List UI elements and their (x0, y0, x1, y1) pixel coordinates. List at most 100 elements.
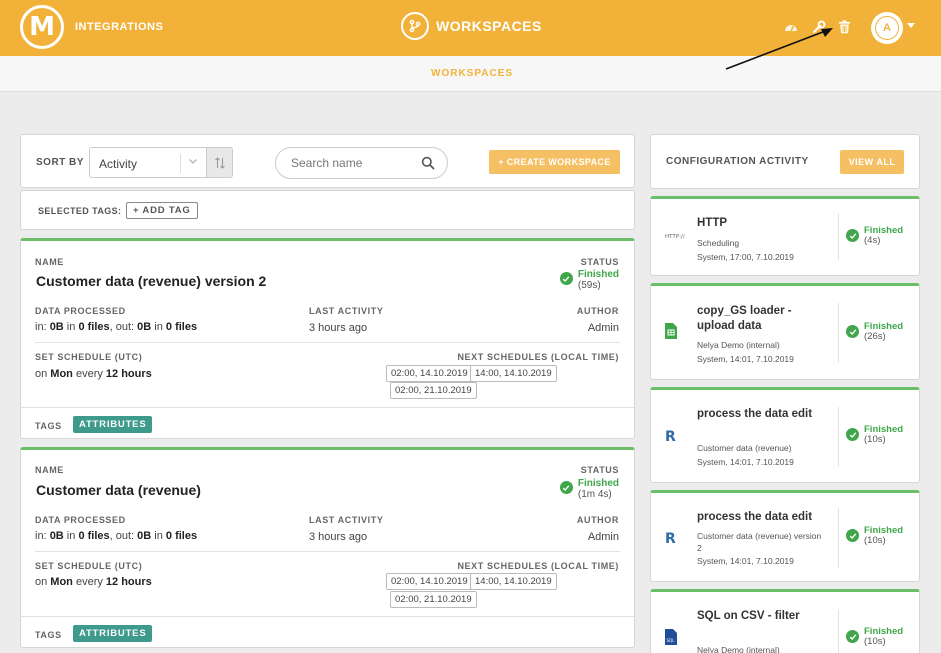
status-indicator: Finished (1m 4s) (559, 478, 619, 500)
author-label: AUTHOR (576, 515, 619, 525)
status-value: Finished (577, 269, 619, 280)
activity-status: Finished (10s) (846, 526, 903, 546)
workspace-card[interactable]: NAME Customer data (revenue) version 2 S… (20, 238, 635, 439)
tag-attributes[interactable]: ATTRIBUTES (73, 416, 153, 433)
schedule-value: on Mon every 12 hours (35, 368, 152, 380)
activity-status: Finished (10s) (846, 627, 903, 647)
divider (838, 609, 839, 653)
next-schedules-label: NEXT SCHEDULES (LOCAL TIME) (457, 352, 619, 362)
check-circle-icon (846, 325, 859, 338)
workspace-toolbar: SORT BY Activity + CREATE WORKSPACE (20, 134, 635, 188)
name-label: NAME (35, 465, 64, 475)
name-label: NAME (35, 257, 64, 267)
divider (838, 303, 839, 363)
search-input[interactable] (291, 156, 411, 170)
status-duration: (4s) (864, 235, 881, 246)
activity-status: Finished (26s) (846, 322, 903, 342)
last-activity-value: 3 hours ago (309, 322, 368, 334)
data-processed-value: in: 0B in 0 files, out: 0B in 0 files (35, 530, 198, 542)
schedule-value: on Mon every 12 hours (35, 576, 152, 588)
status-duration: (10s) (864, 434, 886, 445)
status-value: Finished (577, 478, 619, 489)
select-divider (180, 154, 181, 173)
divider (838, 508, 839, 568)
user-menu-caret-icon[interactable] (907, 23, 915, 28)
status-duration: (26s) (864, 331, 886, 342)
app-logo[interactable]: M (20, 5, 64, 49)
r-icon: R (665, 531, 676, 547)
divider (21, 407, 634, 408)
activity-card[interactable]: R process the data edit Customer data (r… (650, 490, 920, 582)
schedule-chip: 02:00, 14.10.2019 (386, 365, 473, 382)
user-avatar[interactable]: A (871, 12, 903, 44)
trash-icon[interactable] (838, 20, 854, 36)
selected-tags-bar: SELECTED TAGS: + ADD TAG (20, 190, 635, 230)
check-circle-icon (846, 428, 859, 441)
create-workspace-button[interactable]: + CREATE WORKSPACE (489, 150, 620, 174)
activity-status: Finished (4s) (846, 226, 903, 246)
activity-name[interactable]: HTTP (697, 216, 832, 231)
view-all-button[interactable]: VIEW ALL (840, 150, 904, 174)
last-activity-label: LAST ACTIVITY (309, 306, 384, 316)
r-icon: R (665, 429, 676, 445)
divider (838, 407, 839, 467)
sql-icon: SQL (665, 629, 677, 650)
schedule-chip: 02:00, 14.10.2019 (386, 573, 473, 590)
schedule-chip: 02:00, 21.10.2019 (390, 591, 477, 608)
schedule-chip: 14:00, 14.10.2019 (470, 365, 557, 382)
data-processed-label: DATA PROCESSED (35, 306, 126, 316)
check-circle-icon (846, 529, 859, 542)
tags-label: TAGS (35, 630, 62, 640)
schedule-chip: 02:00, 21.10.2019 (390, 382, 477, 399)
configuration-activity-header: CONFIGURATION ACTIVITY VIEW ALL (650, 134, 920, 189)
divider (838, 213, 839, 260)
activity-meta: System, 14:01, 7.10.2019 (697, 354, 794, 364)
last-activity-label: LAST ACTIVITY (309, 515, 384, 525)
workspaces-title: WORKSPACES (436, 18, 542, 34)
schedule-label: SET SCHEDULE (UTC) (35, 352, 143, 362)
workspace-name[interactable]: Customer data (revenue) (36, 482, 201, 498)
http-icon: HTTP:// (665, 234, 685, 240)
activity-name[interactable]: process the data edit (697, 510, 832, 525)
add-tag-button[interactable]: + ADD TAG (126, 202, 198, 219)
status-label: STATUS (580, 257, 619, 267)
activity-description: Customer data (revenue) (697, 443, 792, 453)
status-duration: (1m 4s) (577, 489, 612, 500)
divider (35, 551, 620, 552)
schedule-chip: 14:00, 14.10.2019 (470, 573, 557, 590)
status-duration: (10s) (864, 535, 886, 546)
activity-card[interactable]: R process the data edit Customer data (r… (650, 387, 920, 483)
activity-name[interactable]: copy_GS loader - upload data (697, 304, 832, 334)
divider (35, 342, 620, 343)
tag-attributes[interactable]: ATTRIBUTES (73, 625, 153, 642)
check-circle-icon (846, 630, 859, 643)
workspace-card[interactable]: NAME Customer data (revenue) STATUS Fini… (20, 447, 635, 648)
status-label: STATUS (580, 465, 619, 475)
workspaces-nav[interactable]: WORKSPACES (401, 12, 542, 40)
activity-name[interactable]: SQL on CSV - filter (697, 609, 832, 624)
activity-name[interactable]: process the data edit (697, 407, 832, 422)
annotation-arrow (725, 28, 833, 70)
activity-card[interactable]: copy_GS loader - upload data Nelya Demo … (650, 283, 920, 380)
sort-select[interactable]: Activity (89, 147, 207, 178)
activity-card[interactable]: SQL SQL on CSV - filter Nelya Demo (inte… (650, 589, 920, 653)
search-box[interactable] (275, 147, 448, 179)
selected-tags-label: SELECTED TAGS: (38, 206, 122, 216)
sort-by-label: SORT BY (36, 157, 84, 168)
svg-text:SQL: SQL (667, 638, 676, 643)
search-icon[interactable] (421, 156, 435, 175)
schedule-label: SET SCHEDULE (UTC) (35, 561, 143, 571)
status-duration: (10s) (864, 636, 886, 647)
author-value: Admin (587, 322, 619, 334)
integrations-link[interactable]: INTEGRATIONS (75, 21, 163, 33)
author-label: AUTHOR (576, 306, 619, 316)
activity-card[interactable]: HTTP:// HTTP Scheduling System, 17:00, 7… (650, 196, 920, 276)
tags-label: TAGS (35, 421, 62, 431)
activity-description: Customer data (revenue) version 2 (697, 531, 822, 553)
sort-direction-button[interactable] (207, 147, 233, 178)
status-duration: (59s) (577, 280, 601, 291)
chevron-down-icon[interactable] (188, 156, 198, 169)
activity-description: Nelya Demo (internal) (697, 645, 780, 653)
workspace-name[interactable]: Customer data (revenue) version 2 (36, 273, 266, 289)
tab-workspaces[interactable]: WORKSPACES (431, 68, 513, 79)
